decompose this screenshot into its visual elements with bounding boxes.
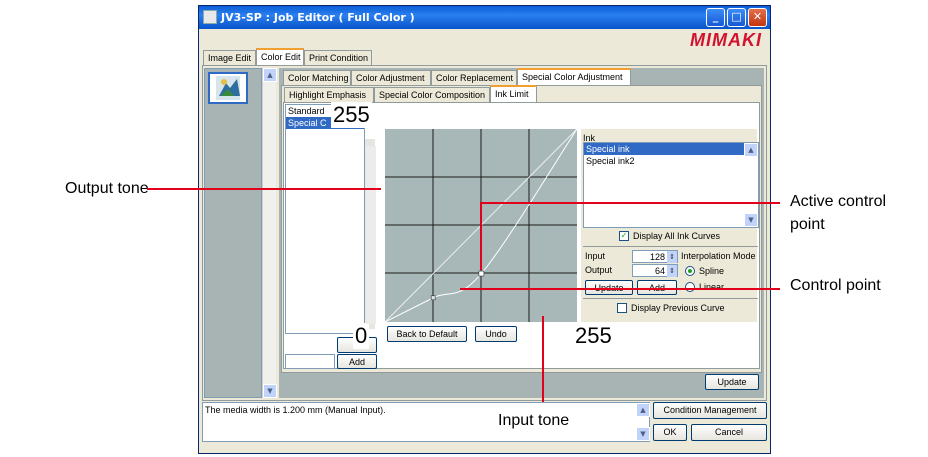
- cancel-button[interactable]: Cancel: [691, 424, 767, 441]
- control-point-leader: [460, 288, 780, 290]
- mimaki-logo: MIMAKI: [690, 30, 762, 50]
- active-control-point-callout-line2: point: [790, 216, 825, 233]
- ink-scroll-down-icon[interactable]: ▼: [744, 213, 758, 227]
- active-control-point[interactable]: [478, 270, 485, 277]
- display-all-ink-curves-label: Display All Ink Curves: [633, 231, 721, 241]
- condition-management-button[interactable]: Condition Management: [653, 402, 767, 419]
- preset-list[interactable]: Standard Special C: [285, 104, 365, 334]
- point-editor-divider: [583, 246, 758, 247]
- tab-color-adjustment[interactable]: Color Adjustment: [351, 70, 431, 85]
- tab-ink-limit[interactable]: Ink Limit: [490, 85, 537, 102]
- title-bar[interactable]: JV3-SP : Job Editor ( Full Color ) _ □ ✕: [199, 6, 770, 29]
- tab-color-replacement[interactable]: Color Replacement: [431, 70, 517, 85]
- output-tone-callout: Output tone: [65, 180, 149, 197]
- spline-radio[interactable]: [685, 266, 695, 276]
- maximize-button[interactable]: □: [727, 8, 746, 27]
- status-message: The media width is 1.200 mm (Manual Inpu…: [205, 405, 386, 415]
- app-icon: [203, 10, 217, 24]
- back-to-default-button[interactable]: Back to Default: [387, 326, 467, 342]
- update-button[interactable]: Update: [705, 374, 759, 390]
- display-previous-curve-checkbox[interactable]: [617, 303, 627, 313]
- tab-color-matching[interactable]: Color Matching: [283, 70, 351, 85]
- output-spinner[interactable]: 64 ⇕: [632, 264, 678, 277]
- tab-image-edit[interactable]: Image Edit: [203, 50, 256, 65]
- output-value[interactable]: 64: [655, 266, 665, 276]
- job-editor-window: JV3-SP : Job Editor ( Full Color ) _ □ ✕…: [198, 5, 771, 454]
- tab-special-color-adjustment[interactable]: Special Color Adjustment: [517, 68, 631, 85]
- tab-color-edit[interactable]: Color Edit: [256, 48, 304, 65]
- scroll-up-icon[interactable]: ▲: [263, 68, 277, 82]
- minimize-button[interactable]: _: [706, 8, 725, 27]
- origin-label: 0: [353, 323, 370, 349]
- preset-name-input[interactable]: [285, 354, 335, 369]
- active-point-leader-horizontal: [480, 202, 780, 204]
- status-scroll-up-icon[interactable]: ▲: [636, 403, 650, 417]
- image-thumbnail[interactable]: [208, 72, 248, 104]
- ok-button[interactable]: OK: [653, 424, 687, 441]
- tab-print-condition[interactable]: Print Condition: [304, 50, 372, 65]
- tab-highlight-emphasis[interactable]: Highlight Emphasis: [284, 87, 374, 102]
- ink-list[interactable]: Special ink Special ink2 ▲ ▼: [583, 142, 759, 228]
- output-label: Output: [585, 265, 613, 275]
- input-tone-callout: Input tone: [498, 412, 570, 429]
- input-value[interactable]: 128: [650, 252, 665, 262]
- previous-curve-divider: [583, 298, 758, 299]
- ink-scroll-up-icon[interactable]: ▲: [744, 143, 758, 157]
- control-point[interactable]: [430, 295, 436, 301]
- thumbnail-sidebar: [204, 68, 262, 398]
- graph-vertical-bar: [366, 146, 376, 324]
- ink-item-selected[interactable]: Special ink: [584, 143, 758, 155]
- linear-label: Linear: [699, 282, 725, 292]
- interpolation-mode-header: Interpolation Mode: [681, 251, 756, 261]
- undo-button[interactable]: Undo: [475, 326, 517, 342]
- input-tone-leader: [542, 316, 544, 402]
- x-max-label: 255: [573, 323, 614, 349]
- active-point-leader-vertical: [480, 202, 482, 270]
- control-point-callout: Control point: [790, 277, 881, 294]
- tab-special-color-composition[interactable]: Special Color Composition: [374, 87, 490, 102]
- active-control-point-callout-line1: Active control: [790, 193, 887, 210]
- add-preset-button[interactable]: Add: [337, 354, 377, 369]
- input-label: Input: [585, 251, 606, 261]
- display-all-ink-curves-checkbox[interactable]: ✓: [619, 231, 629, 241]
- status-message-box: The media width is 1.200 mm (Manual Inpu…: [202, 402, 650, 442]
- y-max-label: 255: [331, 102, 372, 128]
- window-title: JV3-SP : Job Editor ( Full Color ): [221, 11, 415, 24]
- status-scroll-down-icon[interactable]: ▼: [636, 427, 650, 441]
- ink-item[interactable]: Special ink2: [584, 155, 758, 167]
- thumbnail-scrollbar[interactable]: ▲ ▼: [262, 68, 277, 398]
- display-previous-curve-label: Display Previous Curve: [631, 303, 725, 313]
- input-spinner[interactable]: 128 ⇕: [632, 250, 678, 263]
- scroll-down-icon[interactable]: ▼: [263, 384, 277, 398]
- spinner-arrows-icon[interactable]: ⇕: [667, 265, 677, 277]
- close-button[interactable]: ✕: [748, 8, 767, 27]
- spinner-arrows-icon[interactable]: ⇕: [667, 251, 677, 263]
- output-tone-leader: [147, 188, 381, 190]
- linear-radio[interactable]: [685, 282, 695, 292]
- spline-label: Spline: [699, 266, 725, 276]
